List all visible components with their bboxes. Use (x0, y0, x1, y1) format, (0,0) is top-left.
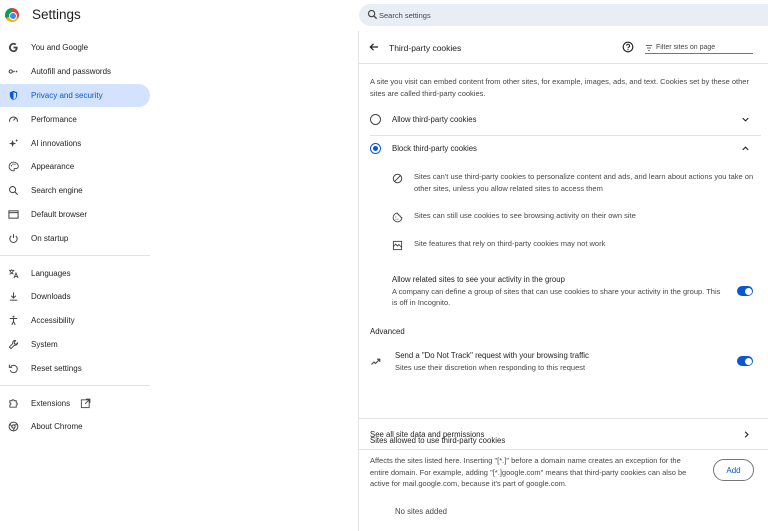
sidebar-nav: You and Google Autofill and passwords Pr… (0, 36, 152, 439)
cookies-description: A site you visit can embed content from … (370, 77, 749, 98)
sidebar-item-label: Privacy and security (31, 90, 103, 100)
sidebar-item-label: Search engine (31, 186, 83, 196)
block-detail-text: Sites can't use third-party cookies to p… (414, 172, 754, 193)
block-detail-text: Sites can still use cookies to see brows… (414, 211, 636, 220)
option-allow-cookies[interactable]: Allow third-party cookies (359, 106, 768, 134)
allowed-sites-heading: Sites allowed to use third-party cookies (370, 436, 506, 445)
option-block-cookies[interactable]: Block third-party cookies (359, 135, 768, 163)
reset-icon (8, 363, 19, 374)
sidebar-item-label: About Chrome (31, 422, 83, 432)
sidebar-divider (0, 385, 150, 387)
filter-icon (645, 45, 653, 51)
chevron-right-icon (744, 431, 749, 438)
chevron-up-icon[interactable] (740, 143, 751, 154)
google-g-icon (8, 42, 19, 53)
related-sites-description: A company can define a group of sites th… (392, 286, 721, 308)
sidebar-item-system[interactable]: System (0, 333, 150, 357)
related-sites-title: Allow related sites to see your activity… (392, 275, 565, 284)
chevron-down-icon[interactable] (740, 114, 751, 125)
back-arrow-icon[interactable] (368, 41, 380, 53)
sidebar-item-you-and-google[interactable]: You and Google (0, 36, 150, 60)
sidebar-item-label: AI innovations (31, 138, 82, 148)
related-sites-toggle[interactable] (737, 286, 753, 296)
third-party-cookies-panel: Third-party cookies A site you visit can… (358, 31, 768, 531)
sidebar-item-label: Downloads (31, 292, 71, 302)
sidebar-item-reset[interactable]: Reset settings (0, 356, 150, 380)
sidebar-item-accessibility[interactable]: Accessibility (0, 309, 150, 333)
top-bar: Settings (0, 0, 768, 31)
accessibility-icon (8, 315, 19, 326)
chrome-icon (8, 421, 19, 432)
sidebar-item-label: Accessibility (31, 316, 75, 326)
option-label: Allow third-party cookies (392, 115, 477, 124)
sidebar-divider (0, 255, 150, 257)
search-box[interactable] (359, 4, 768, 26)
chrome-logo-icon (5, 8, 19, 22)
open-in-new-icon (80, 398, 91, 409)
sidebar-item-languages[interactable]: Languages (0, 261, 150, 285)
sidebar-item-label: Languages (31, 268, 71, 278)
sidebar-item-label: Default browser (31, 209, 88, 219)
sidebar-item-label: You and Google (31, 43, 89, 53)
option-label: Block third-party cookies (392, 144, 477, 153)
block-icon (392, 173, 403, 184)
sidebar-item-on-startup[interactable]: On startup (0, 226, 150, 250)
cookie-icon (392, 212, 403, 223)
sidebar-item-performance[interactable]: Performance (0, 107, 150, 131)
filter-field[interactable] (645, 42, 753, 54)
sidebar-item-label: Appearance (31, 162, 75, 172)
sidebar-item-label: Performance (31, 114, 77, 124)
advanced-heading: Advanced (370, 327, 405, 336)
do-not-track-toggle[interactable] (737, 356, 753, 366)
puzzle-icon (8, 398, 19, 409)
sidebar-item-ai[interactable]: AI innovations (0, 131, 150, 155)
filter-input[interactable] (656, 42, 752, 53)
allow-radio[interactable] (370, 114, 381, 125)
shield-icon (8, 90, 19, 101)
do-not-track-description: Sites use their discretion when respondi… (395, 362, 586, 372)
related-sites-setting: Allow related sites to see your activity… (392, 274, 762, 309)
search-icon (367, 9, 378, 20)
key-icon (8, 66, 19, 77)
search-icon (8, 185, 19, 196)
sidebar-item-default-browser[interactable]: Default browser (0, 203, 150, 227)
app-title: Settings (32, 7, 81, 22)
power-icon (8, 233, 19, 244)
sidebar-item-extensions[interactable]: Extensions (0, 391, 150, 415)
allowed-sites-description: Affects the sites listed here. Inserting… (370, 456, 687, 488)
sidebar-item-search-engine[interactable]: Search engine (0, 179, 150, 203)
wrench-icon (8, 339, 19, 350)
sparkle-icon (8, 138, 19, 149)
sidebar-item-autofill[interactable]: Autofill and passwords (0, 60, 150, 84)
page-header: Third-party cookies (359, 31, 768, 64)
sidebar-item-privacy[interactable]: Privacy and security (0, 83, 150, 108)
palette-icon (8, 161, 19, 172)
sidebar-item-label: Extensions (31, 398, 71, 408)
do-not-track-setting: Send a "Do Not Track" request with your … (395, 350, 765, 373)
search-input[interactable] (379, 7, 759, 23)
broken-image-icon (392, 240, 403, 251)
no-sites-text: No sites added (395, 507, 448, 516)
page-title: Third-party cookies (389, 43, 462, 53)
sidebar-item-label: Reset settings (31, 363, 82, 373)
browser-window-icon (8, 209, 19, 220)
do-not-track-icon (371, 358, 381, 365)
download-icon (8, 291, 19, 302)
sidebar-item-label: Autofill and passwords (31, 67, 112, 77)
help-icon[interactable] (622, 41, 634, 53)
add-site-button[interactable]: Add (713, 459, 754, 481)
sidebar-item-downloads[interactable]: Downloads (0, 285, 150, 309)
sidebar-item-about[interactable]: About Chrome (0, 415, 150, 439)
block-radio[interactable] (370, 143, 381, 154)
do-not-track-title: Send a "Do Not Track" request with your … (395, 351, 589, 360)
sidebar-item-label: System (31, 339, 58, 349)
block-detail-text: Site features that rely on third-party c… (414, 239, 606, 248)
section-separator (359, 449, 768, 453)
sidebar-item-appearance[interactable]: Appearance (0, 155, 150, 179)
sidebar-item-label: On startup (31, 233, 69, 243)
translate-icon (8, 268, 19, 279)
speedometer-icon (8, 114, 19, 125)
